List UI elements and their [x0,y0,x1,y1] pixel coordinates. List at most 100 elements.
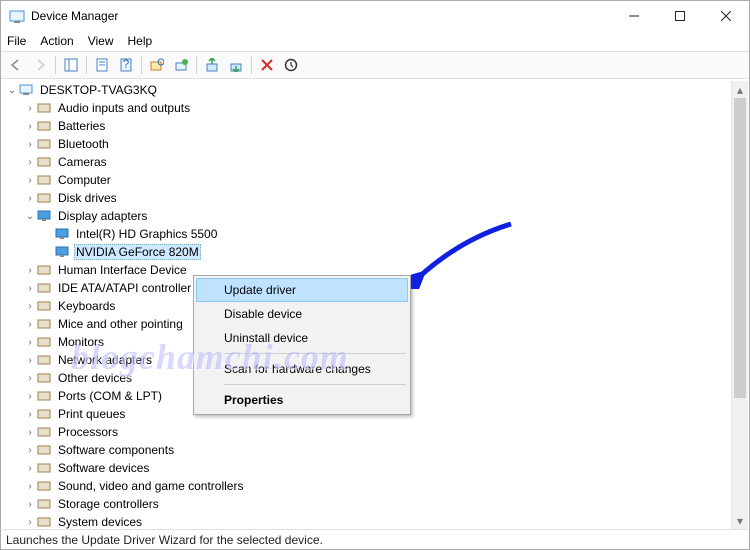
expand-icon[interactable]: › [24,175,36,186]
expand-icon[interactable]: › [24,301,36,312]
expand-icon[interactable]: › [24,409,36,420]
tree-root[interactable]: ⌄DESKTOP-TVAG3KQ [2,81,731,99]
properties-button[interactable] [91,54,113,76]
device-icon [54,244,70,260]
tree-category[interactable]: › Software devices [2,459,731,477]
device-icon [36,514,52,529]
device-icon [36,100,52,116]
device-icon [36,316,52,332]
menu-help[interactable]: Help [128,34,153,48]
tree-item-label: Keyboards [56,299,117,313]
tree-item-label: Intel(R) HD Graphics 5500 [74,227,219,241]
ctx-disable-device[interactable]: Disable device [196,302,408,326]
tree-category[interactable]: › Audio inputs and outputs [2,99,731,117]
expand-icon[interactable]: › [24,499,36,510]
tree-category[interactable]: › Computer [2,171,731,189]
expand-icon[interactable]: › [24,355,36,366]
expand-icon[interactable]: › [24,139,36,150]
tree-item-label: Other devices [56,371,134,385]
expand-icon[interactable]: › [24,103,36,114]
enable-device-button[interactable] [280,54,302,76]
expand-icon[interactable]: ⌄ [6,85,18,96]
ctx-properties[interactable]: Properties [196,388,408,412]
tree-device[interactable]: Intel(R) HD Graphics 5500 [2,225,731,243]
uninstall-device-button[interactable] [225,54,247,76]
update-driver-button[interactable] [201,54,223,76]
expand-icon[interactable]: › [24,157,36,168]
tree-device[interactable]: NVIDIA GeForce 820M [2,243,731,261]
tree-category[interactable]: ›Processors [2,423,731,441]
context-menu: Update driver Disable device Uninstall d… [193,275,411,415]
back-button[interactable] [5,54,27,76]
expand-icon[interactable]: › [24,337,36,348]
device-icon [36,442,52,458]
tree-item-label: Ports (COM & LPT) [56,389,164,403]
tree-category[interactable]: › Storage controllers [2,495,731,513]
maximize-button[interactable] [657,1,703,31]
expand-icon[interactable]: › [24,427,36,438]
device-icon [36,280,52,296]
device-icon [36,406,52,422]
toolbar: ? [1,51,749,79]
expand-icon[interactable]: ⌄ [24,211,36,222]
expand-icon[interactable]: › [24,445,36,456]
expand-icon[interactable]: › [24,481,36,492]
tree-category[interactable]: ›Disk drives [2,189,731,207]
tree-item-label: Storage controllers [56,497,161,511]
tree-category[interactable]: ›Software components [2,441,731,459]
expand-icon[interactable]: › [24,121,36,132]
ctx-uninstall-device[interactable]: Uninstall device [196,326,408,350]
expand-icon[interactable]: › [24,193,36,204]
device-icon [36,352,52,368]
tree-category[interactable]: ⌄ Display adapters [2,207,731,225]
help-button[interactable]: ? [115,54,137,76]
expand-icon[interactable]: › [24,391,36,402]
tree-item-label: System devices [56,515,144,529]
tree-item-label: Computer [56,173,113,187]
device-icon [36,118,52,134]
tree-item-label: Display adapters [56,209,149,223]
tree-category[interactable]: › Cameras [2,153,731,171]
tree-category[interactable]: › System devices [2,513,731,529]
expand-icon[interactable]: › [24,319,36,330]
device-icon [36,208,52,224]
tree-item-label: Audio inputs and outputs [56,101,192,115]
tree-category[interactable]: › Bluetooth [2,135,731,153]
show-hide-tree-button[interactable] [60,54,82,76]
tree-category[interactable]: ›Batteries [2,117,731,135]
scroll-thumb[interactable] [734,98,746,398]
tree-item-label: Cameras [56,155,109,169]
tree-category[interactable]: › Sound, video and game controllers [2,477,731,495]
forward-button[interactable] [29,54,51,76]
device-icon [36,424,52,440]
menu-file[interactable]: File [7,34,26,48]
expand-icon[interactable]: › [24,517,36,528]
vertical-scrollbar[interactable]: ▴ ▾ [731,81,748,529]
ctx-scan-hardware[interactable]: Scan for hardware changes [196,357,408,381]
add-legacy-button[interactable] [170,54,192,76]
expand-icon[interactable]: › [24,463,36,474]
tree-item-label: Bluetooth [56,137,111,151]
tree-item-label: Sound, video and game controllers [56,479,245,493]
minimize-button[interactable] [611,1,657,31]
scroll-up-icon[interactable]: ▴ [732,81,748,98]
tree-item-label: Software devices [56,461,151,475]
expand-icon[interactable]: › [24,373,36,384]
expand-icon[interactable]: › [24,265,36,276]
tree-item-label: Human Interface Device [56,263,189,277]
device-icon [36,478,52,494]
title-bar: Device Manager [1,1,749,31]
app-icon [9,8,25,24]
ctx-update-driver[interactable]: Update driver [196,278,408,302]
expand-icon[interactable]: › [24,283,36,294]
menu-action[interactable]: Action [40,34,73,48]
device-icon [36,154,52,170]
device-icon [36,334,52,350]
close-button[interactable] [703,1,749,31]
menu-bar: File Action View Help [1,31,749,51]
scroll-down-icon[interactable]: ▾ [732,512,748,529]
menu-view[interactable]: View [88,34,114,48]
disable-device-button[interactable] [256,54,278,76]
scan-hardware-button[interactable] [146,54,168,76]
tree-item-label: Mice and other pointing [56,317,185,331]
